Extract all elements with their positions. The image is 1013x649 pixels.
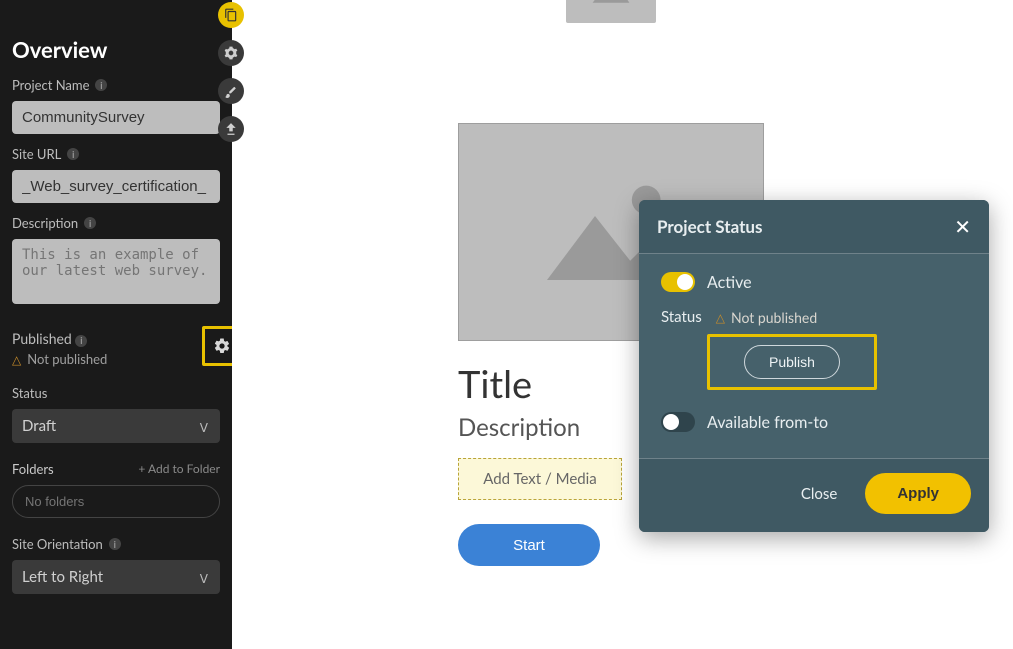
- info-icon: i: [84, 217, 96, 229]
- project-name-input[interactable]: [12, 101, 220, 134]
- description-label: Description i: [12, 215, 220, 231]
- sidebar: Overview Project Name i Site URL i Descr…: [0, 0, 232, 649]
- orientation-label: Site Orientation i: [12, 536, 220, 552]
- toolbar-button-1[interactable]: [218, 2, 244, 28]
- image-icon: [588, 0, 634, 8]
- project-name-label: Project Name i: [12, 77, 220, 93]
- apply-button[interactable]: Apply: [865, 473, 971, 514]
- toolbar-button-2[interactable]: [218, 40, 244, 66]
- gear-icon: [224, 46, 238, 60]
- gear-icon: [213, 337, 231, 355]
- modal-not-published: Not published: [731, 309, 817, 326]
- publish-settings-button[interactable]: [202, 326, 232, 366]
- start-button[interactable]: Start: [458, 524, 600, 566]
- publish-highlight: Publish: [707, 334, 877, 390]
- available-toggle[interactable]: [661, 412, 695, 432]
- overview-heading: Overview: [12, 36, 220, 63]
- project-status-modal: Project Status ✕ Active Status △ Not pub…: [639, 200, 989, 532]
- active-toggle[interactable]: [661, 272, 695, 292]
- status-label: Status: [12, 385, 220, 401]
- active-label: Active: [707, 273, 752, 292]
- toolbar-button-3[interactable]: [218, 78, 244, 104]
- info-icon: i: [95, 79, 107, 91]
- image-placeholder[interactable]: [566, 0, 656, 23]
- orientation-select[interactable]: Left to Right: [12, 560, 220, 594]
- close-button[interactable]: Close: [801, 485, 837, 503]
- vertical-toolbar: [218, 2, 244, 142]
- site-url-label: Site URL i: [12, 146, 220, 162]
- info-icon: i: [75, 335, 87, 347]
- site-url-input[interactable]: [12, 170, 220, 203]
- toolbar-button-4[interactable]: [218, 116, 244, 142]
- add-to-folder-link[interactable]: + Add to Folder: [138, 461, 220, 477]
- folders-input[interactable]: [12, 485, 220, 518]
- info-icon: i: [67, 148, 79, 160]
- not-published-text: Not published: [27, 351, 107, 367]
- description-textarea[interactable]: [12, 239, 220, 304]
- share-icon: [224, 122, 238, 136]
- warning-icon: △: [12, 352, 21, 367]
- status-select[interactable]: Draft: [12, 409, 220, 443]
- publish-button[interactable]: Publish: [744, 345, 840, 379]
- close-icon[interactable]: ✕: [954, 217, 971, 237]
- published-label: Published: [12, 330, 72, 347]
- brush-icon: [224, 84, 238, 98]
- modal-title: Project Status: [657, 216, 762, 237]
- available-label: Available from-to: [707, 413, 828, 432]
- modal-status-label: Status: [661, 308, 702, 326]
- folders-label: Folders: [12, 461, 54, 477]
- warning-icon: △: [716, 310, 725, 325]
- add-text-media-button[interactable]: Add Text / Media: [458, 458, 622, 500]
- info-icon: i: [109, 538, 121, 550]
- copy-icon: [224, 8, 238, 22]
- thumbnail-block: [458, 0, 764, 23]
